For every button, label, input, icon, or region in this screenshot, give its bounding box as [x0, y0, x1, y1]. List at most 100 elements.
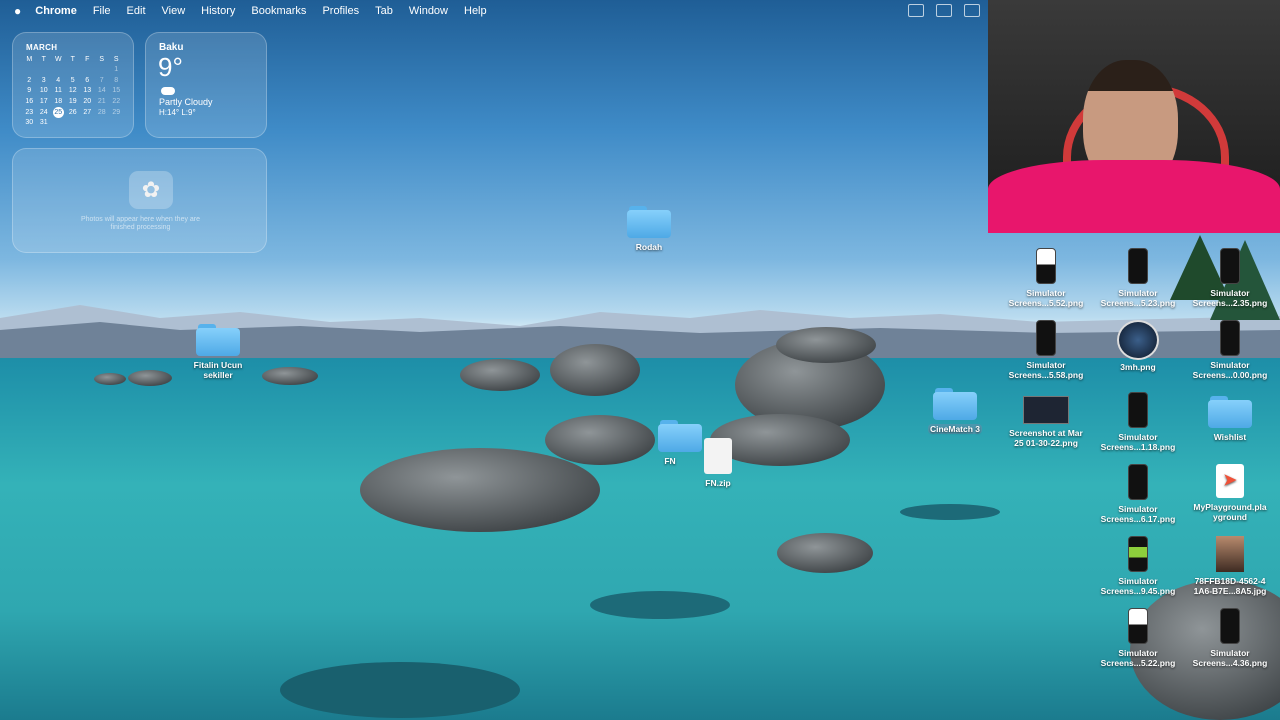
day: 3 — [41, 76, 46, 84]
file-fn-zip[interactable]: FN.zip — [672, 438, 764, 488]
icon-label: Simulator — [1026, 360, 1066, 370]
folder-rodah[interactable]: Rodah — [603, 206, 695, 252]
day: 26 — [68, 108, 77, 116]
file-sim-523[interactable]: Simulator Screens...5.23.png — [1092, 248, 1184, 308]
icon-label: CineMatch 3 — [927, 424, 983, 434]
folder-fitalin[interactable]: Fitalin Ucun sekiller — [172, 324, 264, 380]
image-thumbnail — [1117, 320, 1159, 360]
day: 22 — [112, 97, 121, 105]
file-screenshot[interactable]: Screenshot at Mar 25 01-30-22.png — [1000, 392, 1092, 448]
photos-message-line: Photos will appear here when they are — [80, 216, 201, 223]
icon-label: Simulator — [1210, 360, 1250, 370]
screen-record-icon[interactable] — [936, 4, 952, 17]
icon-label: Simulator — [1210, 288, 1250, 298]
icon-label: Screens...5.22.png — [1100, 658, 1176, 668]
folder-icon — [933, 388, 977, 420]
day: 23 — [25, 108, 34, 116]
file-sim-235[interactable]: Simulator Screens...2.35.png — [1184, 248, 1276, 308]
icon-label: sekiller — [203, 370, 233, 380]
icon-label: 3mh.png — [1120, 362, 1156, 372]
simulator-thumbnail — [1128, 392, 1148, 428]
day: 8 — [114, 76, 119, 84]
day: 11 — [54, 87, 62, 95]
weekday: T — [70, 55, 75, 63]
day — [22, 65, 37, 76]
icon-label: Screens...1.18.png — [1100, 442, 1176, 452]
day: 19 — [68, 97, 77, 105]
day: 16 — [25, 97, 34, 105]
simulator-thumbnail — [1128, 536, 1148, 572]
folder-icon — [627, 206, 671, 238]
day: 21 — [97, 97, 106, 105]
icon-label: MyPlayground.pla — [1193, 502, 1267, 512]
icon-label: Screens...0.00.png — [1192, 370, 1268, 380]
display-icon[interactable] — [908, 4, 924, 17]
file-sim-000[interactable]: Simulator Screens...0.00.png — [1184, 320, 1276, 380]
today-marker: 25 — [52, 106, 64, 118]
menu-window[interactable]: Window — [409, 5, 448, 17]
menu-edit[interactable]: Edit — [127, 5, 146, 17]
day: 10 — [39, 87, 48, 95]
day — [80, 118, 95, 129]
menu-bookmarks[interactable]: Bookmarks — [251, 5, 306, 17]
photos-widget[interactable]: ✿ Photos will appear here when they are … — [12, 148, 267, 253]
menu-help[interactable]: Help — [464, 5, 487, 17]
menu-tab[interactable]: Tab — [375, 5, 393, 17]
file-sim-945[interactable]: Simulator Screens...9.45.png — [1092, 536, 1184, 596]
weekday: T — [41, 55, 46, 63]
day: 9 — [27, 87, 32, 95]
icon-label: Wishlist — [1213, 432, 1247, 442]
file-myplayground[interactable]: ➤ MyPlayground.pla yground — [1184, 464, 1276, 522]
menu-file[interactable]: File — [93, 5, 111, 17]
day: 7 — [99, 76, 104, 84]
day: 12 — [68, 87, 77, 95]
file-sim-522[interactable]: Simulator Screens...5.22.png — [1092, 608, 1184, 668]
icon-label: Simulator — [1026, 288, 1066, 298]
day: 24 — [39, 108, 48, 116]
day: 5 — [70, 76, 75, 84]
icon-label: Simulator — [1210, 648, 1250, 658]
status-icons — [908, 4, 980, 17]
icon-label: Simulator — [1118, 504, 1158, 514]
menu-app-chrome[interactable]: Chrome — [35, 5, 77, 17]
day: 20 — [83, 97, 92, 105]
day — [51, 118, 66, 129]
file-3mh[interactable]: 3mh.png — [1092, 320, 1184, 372]
menu-view[interactable]: View — [162, 5, 186, 17]
zip-file-icon — [704, 438, 732, 474]
apple-menu-icon[interactable]: ● — [14, 4, 21, 18]
file-sim-617[interactable]: Simulator Screens...6.17.png — [1092, 464, 1184, 524]
day: 1 — [114, 66, 119, 74]
menu-profiles[interactable]: Profiles — [322, 5, 359, 17]
weather-condition: Partly Cloudy — [159, 97, 213, 107]
file-sim-552[interactable]: Simulator Screens...5.52.png — [1000, 248, 1092, 308]
icon-label: Screens...2.35.png — [1192, 298, 1268, 308]
calendar-widget[interactable]: MARCH M T W T F S S 1 2 3 4 5 6 7 8 9 10… — [12, 32, 134, 138]
file-sim-558[interactable]: Simulator Screens...5.58.png — [1000, 320, 1092, 380]
icon-label: Screens...5.58.png — [1008, 370, 1084, 380]
icon-label: Simulator — [1118, 288, 1158, 298]
day — [66, 65, 81, 76]
folder-cinematch[interactable]: CineMatch 3 — [909, 388, 1001, 434]
photos-icon: ✿ — [129, 171, 173, 209]
folder-wishlist[interactable]: Wishlist — [1184, 396, 1276, 442]
icon-label: Simulator — [1118, 576, 1158, 586]
weather-widget[interactable]: Baku 9° Partly Cloudy H:14° L:9° — [145, 32, 267, 138]
day: 6 — [85, 76, 90, 84]
day: 31 — [39, 119, 48, 127]
day — [66, 118, 81, 129]
folder-icon — [196, 324, 240, 356]
file-sim-436[interactable]: Simulator Screens...4.36.png — [1184, 608, 1276, 668]
day — [51, 65, 66, 76]
file-uuid-jpg[interactable]: 78FFB18D-4562-4 1A6-B7E...8A5.jpg — [1184, 536, 1276, 596]
calendar-month: MARCH — [26, 43, 58, 52]
icon-label: 25 01-30-22.png — [1014, 438, 1078, 448]
photo-thumbnail — [1216, 536, 1244, 572]
pen-icon[interactable] — [964, 4, 980, 17]
webcam-overlay — [988, 0, 1280, 233]
menu-history[interactable]: History — [201, 5, 235, 17]
day — [95, 118, 110, 129]
file-sim-118[interactable]: Simulator Screens...1.18.png — [1092, 392, 1184, 452]
day: 27 — [83, 108, 92, 116]
icon-label: Fitalin Ucun — [193, 360, 243, 370]
